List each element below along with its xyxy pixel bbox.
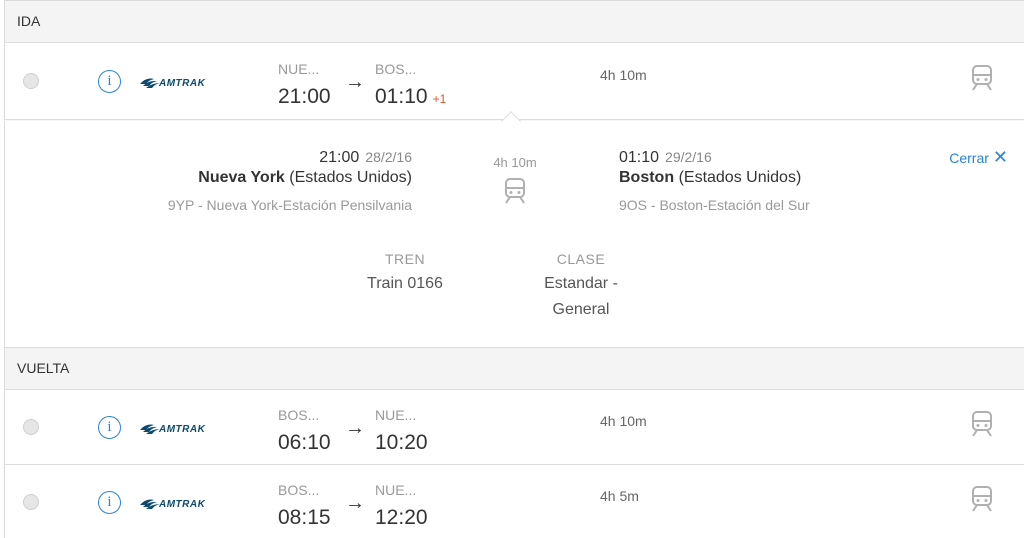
day-offset: +1	[432, 92, 447, 106]
arrow-icon: →	[345, 492, 365, 514]
depart-time: 06:10	[278, 431, 331, 454]
outbound-row-1[interactable]: i AMTRAK NUE... 21:00 → BOS... 01:10 +1 4…	[4, 43, 1024, 120]
arrive-time-wrap: 01:10 +1	[375, 85, 446, 109]
destination-code: NUE...	[375, 482, 417, 498]
depart-datetime: 21:00 28/2/16	[319, 149, 412, 167]
operator-name: AMTRAK	[158, 424, 206, 435]
amtrak-logo: AMTRAK	[139, 75, 219, 89]
arrive-time: 12:20	[375, 506, 428, 529]
train-icon	[971, 411, 993, 437]
info-icon[interactable]: i	[98, 70, 121, 93]
operator-name: AMTRAK	[158, 78, 206, 89]
origin-code: BOS...	[278, 407, 320, 423]
detail-arrive-date: 29/2/16	[665, 149, 712, 165]
detail-depart-country: (Estados Unidos)	[289, 169, 412, 186]
destination-code: NUE...	[375, 407, 417, 423]
arrive-city-line: Boston (Estados Unidos)	[619, 169, 801, 187]
detail-duration: 4h 10m	[493, 155, 537, 170]
amtrak-logo: AMTRAK	[139, 421, 219, 435]
outbound-detail-panel: 21:00 28/2/16 Nueva York (Estados Unidos)…	[4, 121, 1024, 354]
arrow-icon: →	[345, 71, 365, 93]
train-label: TREN	[384, 251, 426, 267]
amtrak-logo: AMTRAK	[139, 496, 219, 510]
train-icon	[971, 65, 993, 91]
outbound-header: IDA	[4, 0, 1024, 43]
detail-arrive-station: 9OS - Boston-Estación del Sur	[619, 197, 810, 213]
info-icon[interactable]: i	[98, 491, 121, 514]
duration: 4h 5m	[600, 488, 639, 504]
duration: 4h 10m	[600, 413, 647, 429]
detail-arrive-time: 01:10	[619, 149, 660, 166]
class-label: CLASE	[556, 251, 606, 267]
class-value-1: Estandar -	[544, 275, 618, 292]
origin-code: BOS...	[278, 482, 320, 498]
depart-time: 21:00	[278, 85, 331, 108]
return-header: VUELTA	[4, 347, 1024, 390]
info-icon[interactable]: i	[98, 416, 121, 439]
arrive-time: 10:20	[375, 431, 428, 454]
operator-name: AMTRAK	[158, 499, 206, 510]
close-icon[interactable]: ✕	[993, 147, 1008, 167]
train-value: Train 0166	[367, 275, 443, 292]
train-icon	[971, 486, 993, 512]
arrow-icon: →	[345, 417, 365, 439]
duration: 4h 10m	[600, 67, 647, 83]
select-radio[interactable]	[23, 419, 39, 435]
detail-arrive-city: Boston	[619, 169, 675, 186]
depart-time: 08:15	[278, 506, 331, 529]
return-row-2[interactable]: i AMTRAK BOS... 08:15 → NUE... 12:20 4h …	[4, 465, 1024, 538]
select-radio[interactable]	[23, 73, 39, 89]
train-icon	[504, 178, 526, 209]
arrive-datetime: 01:10 29/2/16	[619, 149, 712, 167]
detail-depart-date: 28/2/16	[365, 149, 412, 165]
detail-depart-city: Nueva York	[198, 169, 285, 186]
close-button[interactable]: Cerrar ✕	[949, 147, 1008, 168]
destination-code: BOS...	[375, 61, 417, 77]
detail-depart-station: 9YP - Nueva York-Estación Pensilvania	[167, 197, 412, 213]
detail-depart-time: 21:00	[319, 149, 360, 166]
close-label[interactable]: Cerrar	[949, 150, 989, 166]
depart-city-line: Nueva York (Estados Unidos)	[198, 169, 412, 187]
class-value-2: General	[552, 301, 610, 318]
origin-code: NUE...	[278, 61, 320, 77]
detail-arrive-country: (Estados Unidos)	[678, 169, 802, 186]
return-row-1[interactable]: i AMTRAK BOS... 06:10 → NUE... 10:20 4h …	[4, 390, 1024, 465]
arrive-time: 01:10	[375, 85, 428, 108]
select-radio[interactable]	[23, 494, 39, 510]
